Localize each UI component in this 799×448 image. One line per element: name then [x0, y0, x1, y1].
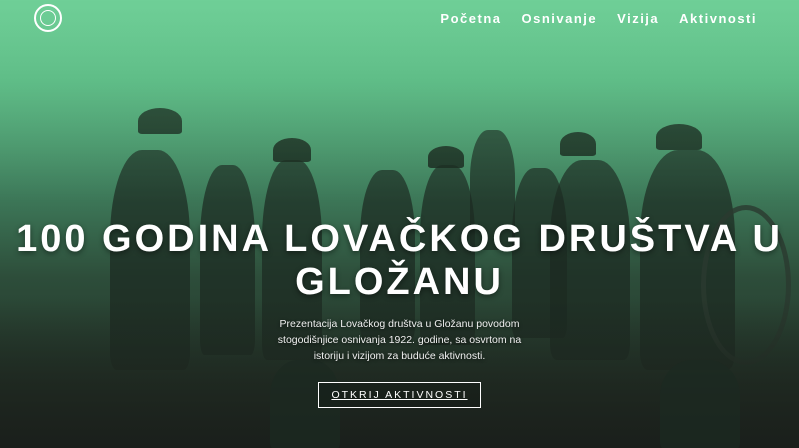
club-logo[interactable]	[34, 4, 62, 32]
discover-activities-button[interactable]: OTKRIJ AKTIVNOSTI	[318, 382, 481, 408]
nav-link-vizija[interactable]: Vizija	[617, 11, 659, 26]
nav-link-pocetna[interactable]: Početna	[440, 11, 501, 26]
nav-link-aktivnosti[interactable]: Aktivnosti	[679, 11, 757, 26]
hero-subtitle: Prezentacija Lovačkog društva u Gložanu …	[277, 318, 522, 362]
logo-emblem-icon	[40, 10, 56, 26]
nav-link-osnivanje[interactable]: Osnivanje	[522, 11, 598, 26]
main-menu: Početna Osnivanje Vizija Aktivnosti	[440, 11, 757, 26]
hero-section: Početna Osnivanje Vizija Aktivnosti 100 …	[0, 0, 799, 448]
hero-title: 100 GODINA LOVAČKOG DRUŠTVA U GLOŽANU	[16, 218, 783, 303]
hero-content: 100 GODINA LOVAČKOG DRUŠTVA U GLOŽANU Pr…	[0, 218, 799, 408]
top-navbar: Početna Osnivanje Vizija Aktivnosti	[0, 0, 799, 36]
